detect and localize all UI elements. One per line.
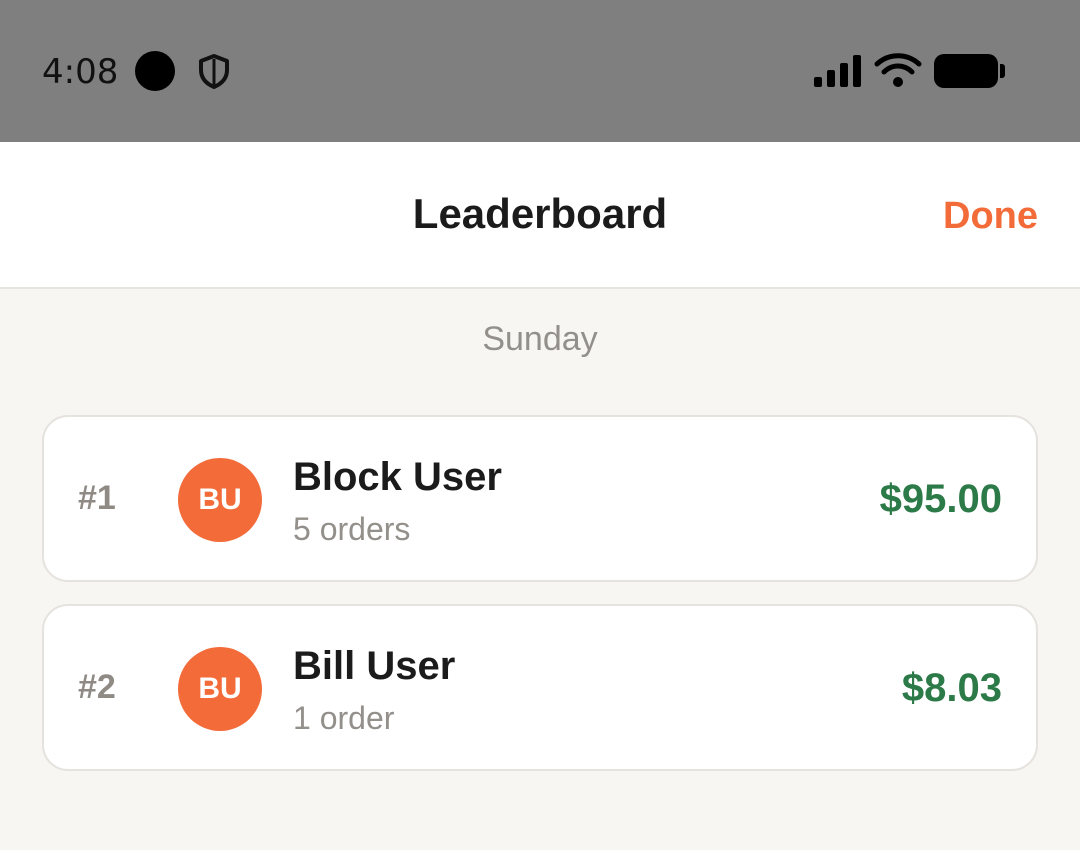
done-button[interactable]: Done (943, 195, 1038, 238)
leaderboard-row: #2 BU Bill User 1 order $8.03 (42, 604, 1038, 771)
battery-icon (934, 54, 1005, 88)
status-bar: 4:08 (0, 0, 1080, 142)
order-count: 1 order (293, 700, 395, 736)
wifi-icon (874, 53, 922, 87)
page-title: Leaderboard (412, 190, 668, 237)
avatar: BU (178, 458, 262, 542)
rank-label: #2 (78, 668, 116, 706)
record-dot-icon (135, 51, 175, 91)
total-amount: $8.03 (901, 666, 1002, 710)
shield-icon (199, 54, 229, 89)
leaderboard-row: #1 BU Block User 5 orders $95.00 (42, 415, 1038, 582)
day-label: Sunday (482, 320, 598, 358)
user-name: Bill User (293, 644, 456, 688)
user-name: Block User (293, 455, 502, 499)
cell-signal-icon (814, 55, 861, 87)
total-amount: $95.00 (879, 477, 1002, 521)
rank-label: #1 (78, 479, 116, 517)
status-time: 4:08 (42, 52, 119, 92)
avatar: BU (178, 647, 262, 731)
order-count: 5 orders (293, 511, 411, 547)
